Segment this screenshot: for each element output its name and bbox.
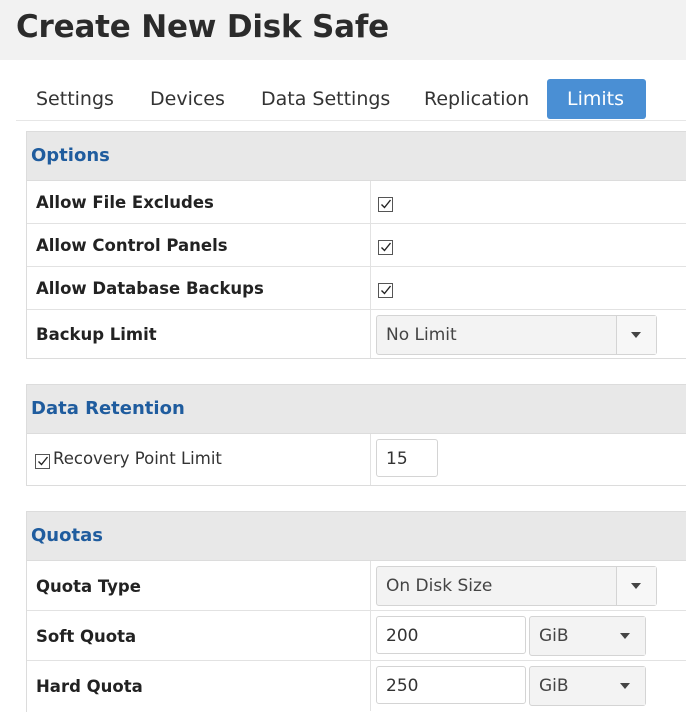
recovery-point-limit-input[interactable]: 15 xyxy=(376,439,438,477)
hard-quota-input[interactable]: 250 xyxy=(376,666,526,704)
hard-quota-unit-select[interactable]: GiB xyxy=(529,666,646,706)
soft-quota-unit-select[interactable]: GiB xyxy=(529,616,646,656)
column-divider xyxy=(370,267,371,309)
options-heading: Options xyxy=(31,145,110,166)
check-icon xyxy=(381,285,392,295)
recovery-point-limit-row: Recovery Point Limit 15 xyxy=(27,434,686,485)
allow-control-panels-label: Allow Control Panels xyxy=(36,236,228,255)
check-icon xyxy=(38,456,49,466)
column-divider xyxy=(370,561,371,610)
allow-file-excludes-checkbox[interactable] xyxy=(378,197,393,212)
data-retention-heading: Data Retention xyxy=(31,398,185,419)
tab-limits[interactable]: Limits xyxy=(547,79,646,119)
column-divider xyxy=(370,310,371,358)
quota-type-dropdown-toggle[interactable] xyxy=(616,567,656,605)
backup-limit-select[interactable]: No Limit xyxy=(376,315,657,355)
tab-data-settings[interactable]: Data Settings xyxy=(241,79,410,119)
soft-quota-input[interactable]: 200 xyxy=(376,616,526,654)
allow-database-backups-row: Allow Database Backups xyxy=(27,267,686,310)
column-divider xyxy=(370,181,371,223)
quota-type-label: Quota Type xyxy=(36,577,141,596)
data-retention-header: Data Retention xyxy=(27,385,686,434)
check-icon xyxy=(381,242,392,252)
quota-type-row: Quota Type On Disk Size xyxy=(27,561,686,611)
allow-database-backups-label: Allow Database Backups xyxy=(36,279,264,298)
chevron-down-icon xyxy=(620,683,630,689)
quotas-header: Quotas xyxy=(27,512,686,561)
data-retention-section: Data Retention Recovery Point Limit 15 xyxy=(26,384,686,486)
allow-database-backups-checkbox[interactable] xyxy=(378,283,393,298)
column-divider xyxy=(370,224,371,266)
allow-control-panels-checkbox[interactable] xyxy=(378,240,393,255)
hard-quota-unit-value: GiB xyxy=(539,676,569,696)
quota-type-value: On Disk Size xyxy=(386,576,493,596)
hard-quota-label: Hard Quota xyxy=(36,677,143,696)
quotas-heading: Quotas xyxy=(31,525,103,546)
tab-replication[interactable]: Replication xyxy=(404,79,549,119)
chevron-down-icon xyxy=(631,583,641,589)
column-divider xyxy=(370,434,371,485)
hard-quota-row: Hard Quota 250 GiB xyxy=(27,661,686,711)
tab-devices[interactable]: Devices xyxy=(130,79,245,119)
quota-type-select[interactable]: On Disk Size xyxy=(376,566,657,606)
column-divider xyxy=(370,661,371,711)
backup-limit-value: No Limit xyxy=(386,325,457,345)
recovery-point-limit-label: Recovery Point Limit xyxy=(53,449,222,468)
soft-quota-unit-value: GiB xyxy=(539,626,569,646)
chevron-down-icon xyxy=(620,633,630,639)
chevron-down-icon xyxy=(631,332,641,338)
hard-quota-unit-dropdown-toggle[interactable] xyxy=(606,667,645,705)
soft-quota-row: Soft Quota 200 GiB xyxy=(27,611,686,661)
tab-bar: Settings Devices Data Settings Replicati… xyxy=(16,79,686,121)
backup-limit-dropdown-toggle[interactable] xyxy=(616,316,656,354)
recovery-point-limit-checkbox[interactable] xyxy=(35,454,50,469)
options-section: Options Allow File Excludes Allow Contro… xyxy=(26,131,686,359)
column-divider xyxy=(370,611,371,660)
options-header: Options xyxy=(27,132,686,181)
tab-settings[interactable]: Settings xyxy=(16,79,134,119)
page-title: Create New Disk Safe xyxy=(16,9,389,45)
allow-file-excludes-row: Allow File Excludes xyxy=(27,181,686,224)
backup-limit-label: Backup Limit xyxy=(36,325,157,344)
check-icon xyxy=(381,199,392,209)
allow-control-panels-row: Allow Control Panels xyxy=(27,224,686,267)
soft-quota-unit-dropdown-toggle[interactable] xyxy=(606,617,645,655)
allow-file-excludes-label: Allow File Excludes xyxy=(36,193,214,212)
backup-limit-row: Backup Limit No Limit xyxy=(27,310,686,358)
page-header: Create New Disk Safe xyxy=(0,0,686,60)
quotas-section: Quotas Quota Type On Disk Size Soft Quot… xyxy=(26,511,686,712)
soft-quota-label: Soft Quota xyxy=(36,627,137,646)
